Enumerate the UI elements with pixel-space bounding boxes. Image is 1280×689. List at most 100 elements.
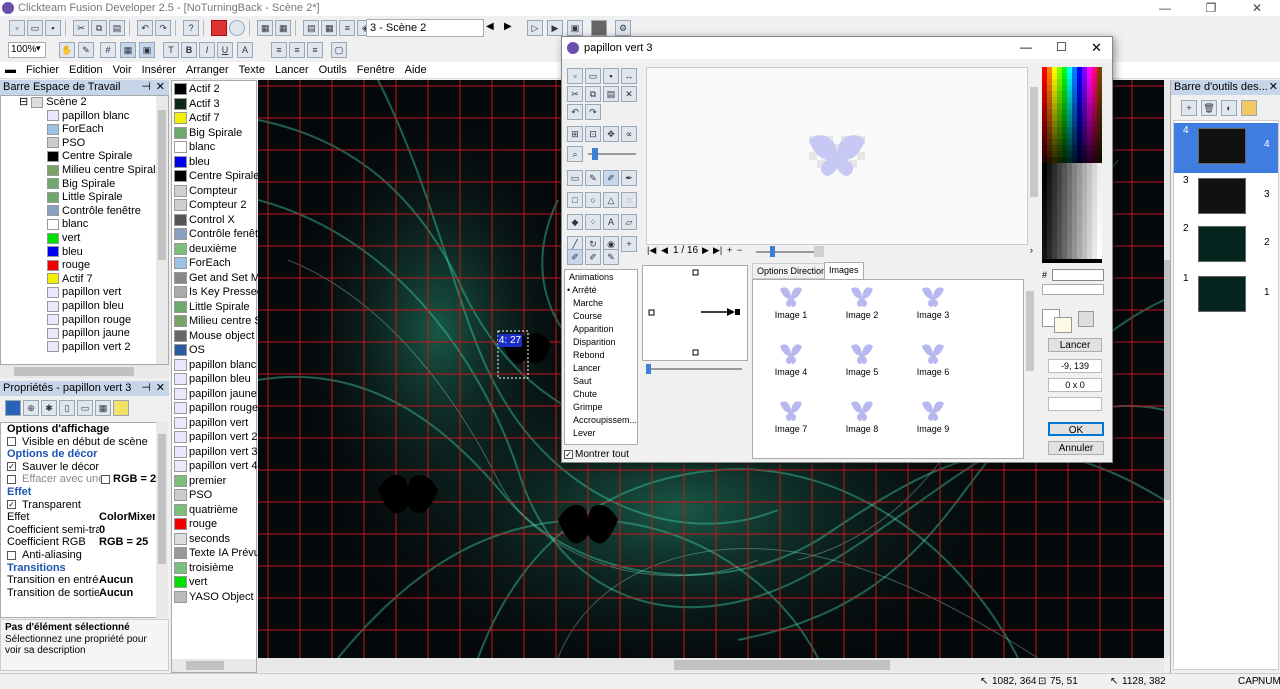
underline-icon[interactable]: U: [217, 42, 233, 58]
movement-tab-icon[interactable]: ▯: [59, 400, 75, 416]
frame-editor-icon[interactable]: ▦: [275, 20, 292, 36]
object-list-item[interactable]: Control X: [172, 213, 256, 228]
menu-aide[interactable]: Aide: [400, 62, 432, 78]
property-row[interactable]: Coefficient semi-trans0: [1, 524, 156, 537]
speed-slider[interactable]: [642, 363, 748, 375]
object-list-item[interactable]: YASO Object: [172, 590, 256, 605]
object-list-item[interactable]: papillon blanc: [172, 358, 256, 373]
object-list-item[interactable]: Is Key Pressed Or: [172, 285, 278, 300]
workspace-item[interactable]: papillon rouge: [1, 314, 168, 328]
close-icon[interactable]: ✕: [1091, 40, 1102, 56]
property-value[interactable]: RGB = 25: [99, 536, 155, 549]
workspace-item[interactable]: blanc: [1, 218, 168, 232]
flip-icon[interactable]: ⊞: [567, 126, 583, 142]
workspace-item[interactable]: Little Spirale: [1, 191, 168, 205]
property-checkbox-row[interactable]: Effacer avec une cRGB = 25: [1, 473, 156, 486]
delete-layer-icon[interactable]: 🗑: [1201, 100, 1217, 116]
layer-row-2[interactable]: 2 2: [1174, 221, 1278, 271]
animation-item[interactable]: Grimpe: [565, 401, 637, 414]
ok-button[interactable]: OK: [1048, 422, 1104, 436]
object-list-item[interactable]: papillon bleu: [172, 372, 256, 387]
brush-size-1-icon[interactable]: ✐: [567, 249, 583, 265]
redo-icon[interactable]: ↷: [155, 20, 172, 36]
object-list-item[interactable]: Get and Set Mou: [172, 271, 272, 286]
next-scene-icon[interactable]: ▶: [504, 21, 512, 32]
image-frame[interactable]: Image 9: [903, 398, 963, 450]
eraser-icon[interactable]: ▱: [621, 214, 637, 230]
workspace-item[interactable]: papillon vert 2: [1, 341, 168, 355]
checkbox-icon[interactable]: [101, 474, 110, 484]
chevron-down-icon[interactable]: ▾: [36, 43, 41, 54]
layer-visibility-icon[interactable]: ◐: [1221, 100, 1237, 116]
object-list-item[interactable]: premier: [172, 474, 256, 489]
runtime-tab-icon[interactable]: ▭: [77, 400, 93, 416]
menu-doc-icon[interactable]: ▬: [0, 62, 21, 78]
object-list-item[interactable]: quatrième: [172, 503, 256, 518]
frame-hscroll-thumb[interactable]: [814, 246, 824, 257]
properties-scrollbar[interactable]: [156, 422, 168, 618]
brush-icon[interactable]: ✒: [621, 170, 637, 186]
brush-size-2-icon[interactable]: ✐: [585, 249, 601, 265]
save-image-icon[interactable]: ▪: [603, 68, 619, 84]
object-list-item[interactable]: Compteur 2: [172, 198, 256, 213]
checkbox-icon[interactable]: [7, 437, 16, 447]
animation-item[interactable]: Course: [565, 310, 637, 323]
event-editor-icon[interactable]: ▤: [303, 20, 320, 36]
object-list-item[interactable]: troisième: [172, 561, 256, 576]
object-list-item[interactable]: Compteur: [172, 184, 256, 199]
image-frame[interactable]: Image 7: [761, 398, 821, 450]
workspace-scrollbar[interactable]: [156, 96, 168, 364]
delete-icon[interactable]: ✕: [621, 86, 637, 102]
paste-icon[interactable]: ▤: [109, 20, 126, 36]
color-value-field[interactable]: [1042, 284, 1104, 295]
workspace-item[interactable]: rouge: [1, 259, 168, 273]
workspace-item[interactable]: ⊟ Scène 2: [1, 96, 168, 110]
workspace-item[interactable]: Contrôle fenêtre: [1, 205, 168, 219]
text-icon[interactable]: A: [603, 214, 619, 230]
animation-item[interactable]: Lever: [565, 427, 637, 440]
menu-edition[interactable]: Edition: [64, 62, 108, 78]
frame-slider[interactable]: [756, 251, 816, 253]
image-canvas[interactable]: [646, 67, 1028, 245]
size-tab-icon[interactable]: ✱: [41, 400, 57, 416]
workspace-item[interactable]: Big Spirale: [1, 178, 168, 192]
preview-icon[interactable]: ▣: [567, 20, 583, 36]
layer-row-3[interactable]: 3 3: [1174, 173, 1278, 223]
display-tab-icon[interactable]: ⊕: [23, 400, 39, 416]
prev-frame-icon[interactable]: ◀: [661, 245, 668, 256]
prev-scene-icon[interactable]: ◀: [486, 21, 494, 32]
minimize-icon[interactable]: —: [1020, 40, 1032, 54]
image-grid-scrollbar[interactable]: [1024, 279, 1036, 459]
redo-icon[interactable]: ↷: [585, 104, 601, 120]
grid-toggle-icon[interactable]: ▣: [139, 42, 155, 58]
object-list-item[interactable]: Milieu centre Spi: [172, 314, 270, 329]
layer-row-4[interactable]: 4 4: [1174, 123, 1278, 173]
property-row[interactable]: Transition en entréeAucun: [1, 574, 156, 587]
undo-icon[interactable]: ↶: [137, 20, 154, 36]
draw-icon[interactable]: ✎: [78, 42, 94, 58]
object-list-item[interactable]: Big Spirale: [172, 126, 256, 141]
animation-item[interactable]: Chute: [565, 388, 637, 401]
record-icon[interactable]: [229, 20, 246, 36]
italic-icon[interactable]: I: [199, 42, 215, 58]
menu-arranger[interactable]: Arranger: [181, 62, 234, 78]
align-left-icon[interactable]: ≡: [271, 42, 287, 58]
text-tool-icon[interactable]: T: [163, 42, 179, 58]
open-folder-icon[interactable]: ▭: [27, 20, 43, 36]
minimize-button[interactable]: —: [1142, 0, 1188, 16]
checkbox-icon[interactable]: ✓: [7, 462, 16, 472]
image-frame[interactable]: Image 2: [832, 284, 892, 336]
last-frame-icon[interactable]: ▶|: [713, 245, 722, 256]
close-icon[interactable]: ✕: [1269, 80, 1278, 95]
object-list-item[interactable]: papillon rouge: [172, 401, 258, 416]
transparent-color-swatch[interactable]: [1078, 311, 1094, 327]
tab-options-direction[interactable]: Options Direction: [752, 263, 832, 279]
scene-select[interactable]: 3 - Scène 2: [366, 19, 484, 37]
shape-icon[interactable]: ◌: [621, 192, 637, 208]
workspace-item[interactable]: Actif 7: [1, 273, 168, 287]
animation-item[interactable]: • Arrêté: [565, 284, 637, 297]
zoom-slider-thumb[interactable]: [592, 148, 598, 160]
align-right-icon[interactable]: ≡: [307, 42, 323, 58]
add-frame-icon[interactable]: +: [727, 245, 732, 255]
color-replace-icon[interactable]: ∝: [621, 126, 637, 142]
